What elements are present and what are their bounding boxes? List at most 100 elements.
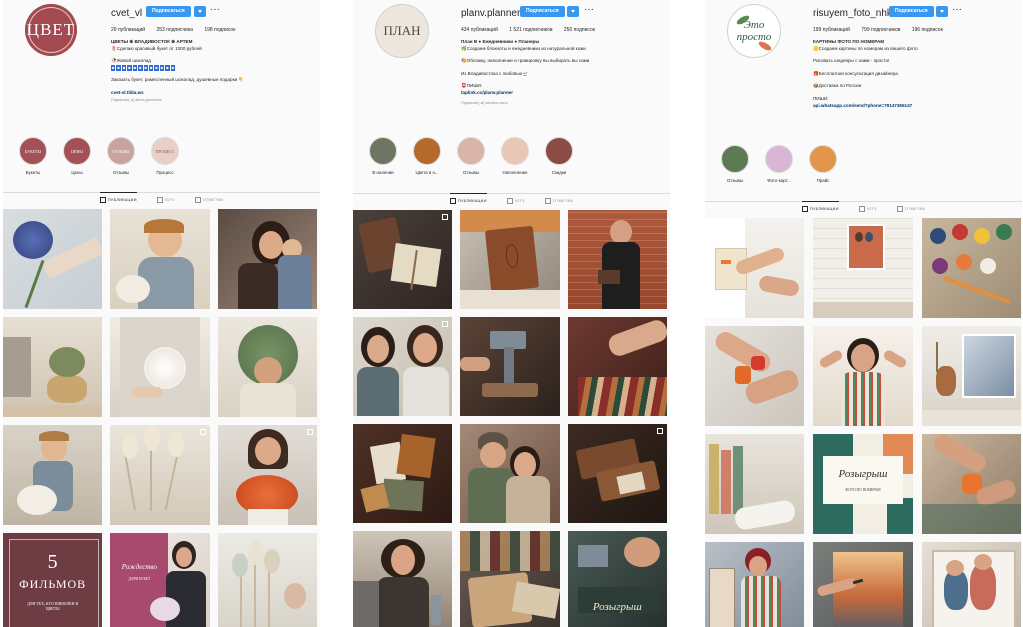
tab-igtv[interactable]: IGTV xyxy=(858,202,877,212)
post-tile[interactable] xyxy=(705,542,805,627)
followed-by-text[interactable]: Подписан(-а) sumikin.nana xyxy=(461,100,661,107)
tab-igtv[interactable]: IGTV xyxy=(506,194,525,204)
more-options-button[interactable]: ··· xyxy=(584,4,594,15)
highlight-item[interactable]: В наличии xyxy=(361,137,405,175)
post-tile[interactable] xyxy=(921,326,1021,426)
suggestions-dropdown-button[interactable] xyxy=(194,6,206,17)
post-tile[interactable]: 5 ФИЛЬМОВ ДЛЯ ТЕХ, КТО ВЛЮБЛЕН В ЦВЕТЫ xyxy=(3,533,103,627)
follow-button[interactable]: Подписаться xyxy=(889,6,934,17)
post-tile[interactable] xyxy=(567,210,667,309)
follow-button[interactable]: Подписаться xyxy=(146,6,191,17)
post-tile[interactable] xyxy=(813,326,913,426)
highlight-cover xyxy=(501,137,529,165)
post-tile[interactable] xyxy=(460,424,560,523)
post-tile[interactable] xyxy=(353,424,453,523)
more-options-button[interactable]: ··· xyxy=(210,4,220,15)
following-count[interactable]: 250 подписок xyxy=(564,27,595,33)
profile-panel-planv: ПЛАН planv.planner Подписаться ··· 434 п… xyxy=(353,0,670,627)
post-tile[interactable] xyxy=(217,425,317,525)
post-tile[interactable] xyxy=(567,317,667,416)
highlight-item[interactable]: БУКЕТЫ Букеты xyxy=(11,137,55,175)
bio-website-link[interactable]: api.whatsapp.com/send?phone=79147355147 xyxy=(813,103,1013,110)
post-tile[interactable] xyxy=(460,531,560,627)
followed-by-text[interactable]: Подписан(-а) alena.ganzenko xyxy=(111,97,311,104)
tab-igtv[interactable]: IGTV xyxy=(156,193,175,203)
bio-website-link[interactable]: cvet-vl.tilda.ws xyxy=(111,90,311,97)
profile-avatar[interactable]: Это просто xyxy=(727,4,781,58)
post-tile[interactable] xyxy=(921,218,1021,318)
grid-icon xyxy=(99,197,106,203)
followers-count[interactable]: 799 подписчиков xyxy=(861,27,900,33)
highlight-item[interactable]: Фото-карт... xyxy=(757,145,801,183)
profile-bio: КАРТИНЫ ФОТО ПО НОМЕРАМ 🟡Создаем картины… xyxy=(813,39,1013,109)
bio-website-link[interactable]: taplink.cc/planv.planner xyxy=(461,90,661,97)
highlight-cover: ОТЗЫВЫ xyxy=(107,137,135,165)
suggestions-dropdown-button[interactable] xyxy=(936,6,948,17)
post-tile[interactable] xyxy=(705,326,805,426)
post-tile[interactable] xyxy=(217,209,317,309)
post-tile[interactable] xyxy=(110,317,210,417)
multi-photo-icon xyxy=(199,429,206,435)
post-tile[interactable] xyxy=(353,210,453,309)
post-tile[interactable] xyxy=(813,542,913,627)
multi-photo-icon xyxy=(307,429,313,435)
highlight-item[interactable]: ПРОЦЕСС Процесс xyxy=(143,137,187,175)
profile-avatar[interactable]: ПЛАН xyxy=(375,4,429,58)
post-tile[interactable] xyxy=(217,317,317,417)
highlight-item[interactable]: Цвета в н... xyxy=(405,137,449,175)
tab-posts[interactable]: ПУБЛИКАЦИИ xyxy=(801,201,839,212)
bio-line: 📮ПИШИ: xyxy=(461,83,483,89)
highlight-label: Букеты xyxy=(25,170,41,175)
post-tile[interactable] xyxy=(3,317,103,417)
bio-line: 🌿Создаем блокноты и ежедневники из натур… xyxy=(461,45,586,51)
post-tile[interactable] xyxy=(460,210,560,309)
highlight-cover: ЦЕНЫ xyxy=(63,137,91,165)
follow-button[interactable]: Подписаться xyxy=(520,6,565,17)
post-tile[interactable] xyxy=(110,209,210,309)
highlight-item[interactable]: Наполнение xyxy=(493,137,537,175)
post-tile[interactable] xyxy=(921,434,1021,534)
tab-posts[interactable]: ПУБЛИКАЦИИ xyxy=(99,192,137,203)
igtv-icon xyxy=(506,198,513,204)
post-tile[interactable] xyxy=(705,434,805,534)
highlight-item[interactable]: Скидки xyxy=(537,137,581,175)
highlight-label: Процесс xyxy=(156,170,174,175)
tab-posts[interactable]: ПУБЛИКАЦИИ xyxy=(449,193,487,204)
post-tile[interactable]: Рождество ДАРИ БУКЕТ xyxy=(110,533,210,627)
post-tile[interactable] xyxy=(921,542,1021,627)
post-tile[interactable] xyxy=(3,209,103,309)
post-tile[interactable] xyxy=(567,424,667,523)
story-highlights: БУКЕТЫ Букеты ЦЕНЫ Цены ОТЗЫВЫ Отзывы ПРОЦЕ… xyxy=(11,137,187,175)
post-tile[interactable] xyxy=(217,533,317,627)
highlight-item[interactable]: Отзывы xyxy=(449,137,493,175)
tab-tagged[interactable]: ОТМЕТКИ xyxy=(896,202,925,212)
bio-line: ЦВЕТЫ ❀ ВЛАДИВОСТОК ❀ АРТЕМ xyxy=(111,39,193,44)
post-tile[interactable] xyxy=(3,425,103,525)
post-tile[interactable]: Розыгрыш ФОТО ПО НОМЕРАМ xyxy=(813,434,913,534)
posts-count: 434 публикаций xyxy=(461,27,498,33)
following-count[interactable]: 198 подписок xyxy=(204,27,235,33)
profile-avatar[interactable]: ЦВЕТ xyxy=(25,4,77,56)
post-tile[interactable] xyxy=(353,531,453,627)
post-tile[interactable] xyxy=(353,317,453,416)
highlight-item[interactable]: Отзывы xyxy=(713,145,757,183)
post-tile[interactable]: Розыгрыш xyxy=(567,531,667,627)
post-tile[interactable] xyxy=(460,317,560,416)
more-options-button[interactable]: ··· xyxy=(952,4,962,15)
suggestions-dropdown-button[interactable] xyxy=(567,6,579,17)
highlight-label: Отзывы xyxy=(726,178,744,183)
post-tile[interactable] xyxy=(813,218,913,318)
followers-count[interactable]: 1 521 подписчиков xyxy=(509,27,552,33)
posts-count: 199 публикаций xyxy=(813,27,850,33)
story-highlights: Отзывы Фото-карт... Прайс xyxy=(713,145,845,183)
highlight-item[interactable]: Прайс xyxy=(801,145,845,183)
highlight-item[interactable]: ЦЕНЫ Цены xyxy=(55,137,99,175)
tab-tagged[interactable]: ОТМЕТКИ xyxy=(544,194,573,204)
highlight-label: Отзывы xyxy=(112,170,130,175)
following-count[interactable]: 196 подписок xyxy=(912,27,943,33)
highlight-item[interactable]: ОТЗЫВЫ Отзывы xyxy=(99,137,143,175)
tab-tagged[interactable]: ОТМЕТКИ xyxy=(194,193,223,203)
post-tile[interactable] xyxy=(705,218,805,318)
followers-count[interactable]: 253 подписчика xyxy=(156,27,192,33)
post-tile[interactable] xyxy=(110,425,210,525)
